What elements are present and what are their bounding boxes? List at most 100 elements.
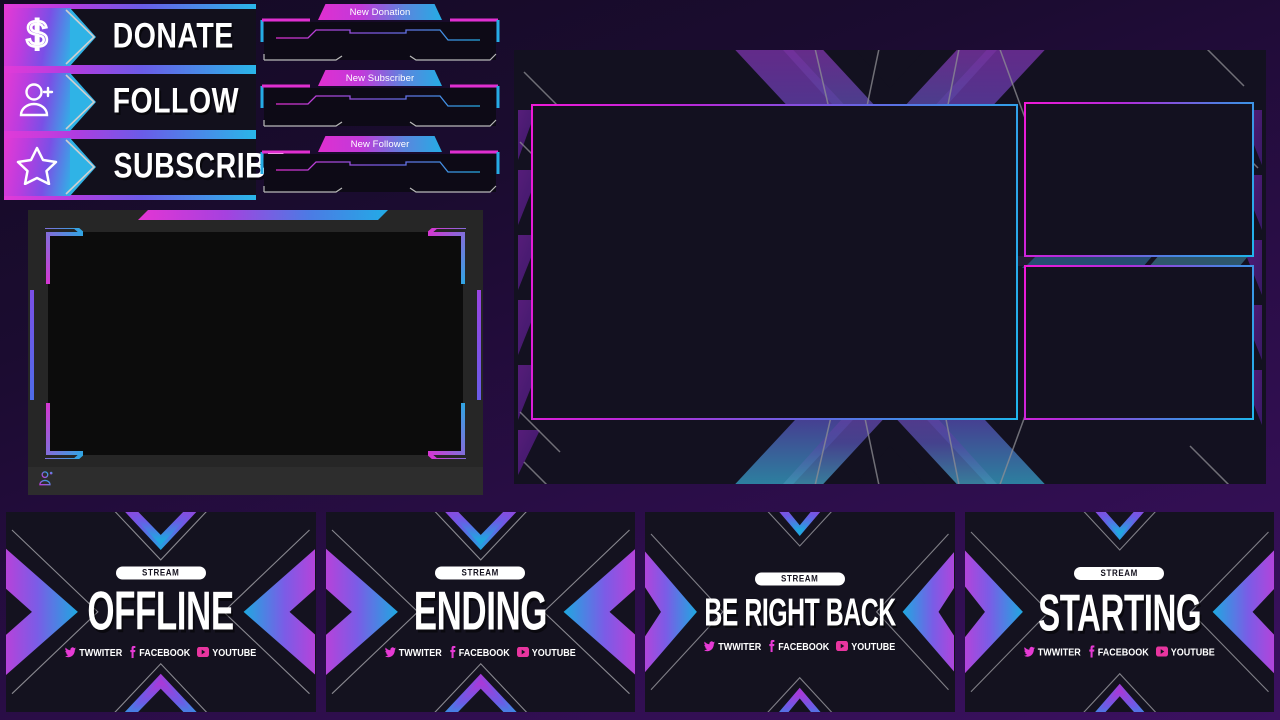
social-label: YOUTUBE <box>1170 645 1215 658</box>
twitter-icon <box>704 640 716 651</box>
facebook-icon <box>768 639 775 653</box>
follow-button[interactable]: FOLLOW <box>4 69 256 135</box>
youtube-icon <box>197 646 210 658</box>
stream-badge: STREAM <box>435 566 526 580</box>
stream-badge-label: STREAM <box>461 568 499 578</box>
alert-new-donation[interactable]: New Donation <box>258 4 502 66</box>
social-label: TWWITER <box>79 646 123 658</box>
donate-button-label: DONATE <box>112 16 234 56</box>
social-label: TWWITER <box>1037 645 1081 658</box>
alert-box-group: New Donation New Subscriber New Follower <box>258 4 502 200</box>
banner-socials: TWWITER FACEBOOK YOUTUBE <box>65 645 257 659</box>
social-label: FACEBOOK <box>1097 645 1149 658</box>
alert-label: New Subscriber <box>345 72 415 84</box>
webcam-left-accent <box>30 290 34 400</box>
banner-content: STREAM ENDING TWWITER FACEBOOK YOUTUBE <box>326 566 636 659</box>
user-plus-icon <box>38 470 55 492</box>
webcam-top-accent <box>138 210 388 220</box>
banner-card-offline[interactable]: STREAM OFFLINE TWWITER FACEBOOK YOUTUBE <box>6 512 316 712</box>
star-icon <box>16 145 58 190</box>
alert-new-follower[interactable]: New Follower <box>258 136 502 198</box>
social-facebook[interactable]: FACEBOOK <box>449 645 510 659</box>
social-twitter[interactable]: TWWITER <box>704 640 762 652</box>
banner-title: BE RIGHT BACK <box>704 590 896 635</box>
subscribe-button-label: SUBSCRIBE <box>113 146 286 186</box>
user-plus-icon <box>17 80 57 125</box>
social-twitter[interactable]: TWWITER <box>1023 645 1081 658</box>
social-youtube[interactable]: YOUTUBE <box>516 646 576 658</box>
stream-badge: STREAM <box>115 566 206 580</box>
social-youtube[interactable]: YOUTUBE <box>1155 645 1215 658</box>
banner-title: ENDING <box>413 581 548 643</box>
banner-title: OFFLINE <box>87 581 235 643</box>
alert-body <box>258 82 502 132</box>
social-label: TWWITER <box>398 646 442 658</box>
alert-label: New Donation <box>349 6 411 18</box>
banner-content: STREAM BE RIGHT BACK TWWITER FACEBOOK YO… <box>645 572 955 653</box>
svg-text:$: $ <box>26 14 47 56</box>
social-label: FACEBOOK <box>458 646 510 658</box>
social-label: YOUTUBE <box>531 646 576 658</box>
banner-content: STREAM OFFLINE TWWITER FACEBOOK YOUTUBE <box>6 566 316 659</box>
youtube-icon <box>836 640 849 652</box>
social-label: TWWITER <box>718 640 762 652</box>
alert-tab-header: New Donation <box>318 4 442 20</box>
follow-button-label: FOLLOW <box>112 81 239 121</box>
banner-content: STREAM STARTING TWWITER FACEBOOK YOUTUBE <box>965 567 1275 658</box>
social-facebook[interactable]: FACEBOOK <box>768 639 830 653</box>
facebook-icon <box>1088 645 1095 658</box>
stream-badge-label: STREAM <box>781 574 819 584</box>
side-panel-bottom[interactable] <box>1024 265 1254 420</box>
social-youtube[interactable]: YOUTUBE <box>197 646 257 658</box>
side-panel-top[interactable] <box>1024 102 1254 257</box>
gameplay-screen-area[interactable] <box>531 104 1018 420</box>
social-twitter[interactable]: TWWITER <box>384 646 442 658</box>
banner-card-starting[interactable]: STREAM STARTING TWWITER FACEBOOK YOUTUBE <box>964 512 1275 712</box>
subscribe-button[interactable]: SUBSCRIBE <box>4 134 285 200</box>
youtube-icon <box>1155 646 1168 657</box>
main-stream-panel <box>514 50 1266 484</box>
social-youtube[interactable]: YOUTUBE <box>836 640 895 652</box>
corner-accent-top-left <box>45 228 83 284</box>
banner-card-row: STREAM OFFLINE TWWITER FACEBOOK YOUTUBE … <box>6 512 1274 712</box>
twitter-icon <box>1023 646 1035 657</box>
social-facebook[interactable]: FACEBOOK <box>129 645 191 659</box>
banner-card-be-right-back[interactable]: STREAM BE RIGHT BACK TWWITER FACEBOOK YO… <box>645 512 955 712</box>
alert-new-subscriber[interactable]: New Subscriber <box>258 70 502 132</box>
webcam-video-area[interactable] <box>45 228 466 459</box>
donate-button[interactable]: $ DONATE <box>4 4 256 70</box>
banner-socials: TWWITER FACEBOOK YOUTUBE <box>1023 645 1215 658</box>
webcam-frame[interactable] <box>28 210 483 495</box>
alert-tab-header: New Subscriber <box>318 70 442 86</box>
social-label: FACEBOOK <box>139 646 191 658</box>
alert-tab-header: New Follower <box>318 136 442 152</box>
social-label: FACEBOOK <box>778 640 830 652</box>
youtube-icon <box>516 646 529 658</box>
alert-label: New Follower <box>350 138 410 150</box>
action-button-group: $ DONATE FOLLOW SUBSCRIBE <box>4 4 285 200</box>
facebook-icon <box>129 645 136 659</box>
twitter-icon <box>384 646 396 657</box>
social-twitter[interactable]: TWWITER <box>65 646 123 658</box>
banner-card-ending[interactable]: STREAM ENDING TWWITER FACEBOOK YOUTUBE <box>325 512 636 712</box>
subscribe-icon-panel <box>4 138 96 196</box>
alert-body <box>258 16 502 66</box>
follow-icon-panel <box>4 73 96 131</box>
stream-badge: STREAM <box>754 572 845 586</box>
alert-body <box>258 148 502 198</box>
corner-accent-top-right <box>428 228 466 284</box>
corner-accent-bottom-right <box>428 403 466 459</box>
dollar-sign-icon: $ <box>20 12 54 61</box>
banner-title: STARTING <box>1037 582 1202 642</box>
facebook-icon <box>449 645 456 659</box>
corner-accent-bottom-left <box>45 403 83 459</box>
stream-badge-label: STREAM <box>142 568 180 578</box>
stream-badge-label: STREAM <box>1100 568 1138 579</box>
social-facebook[interactable]: FACEBOOK <box>1088 645 1149 658</box>
webcam-footer-bar <box>28 467 483 495</box>
social-label: YOUTUBE <box>212 646 257 658</box>
donate-icon-panel: $ <box>4 8 96 66</box>
webcam-right-accent <box>477 290 481 400</box>
stream-badge: STREAM <box>1074 567 1165 580</box>
banner-socials: TWWITER FACEBOOK YOUTUBE <box>704 639 895 653</box>
